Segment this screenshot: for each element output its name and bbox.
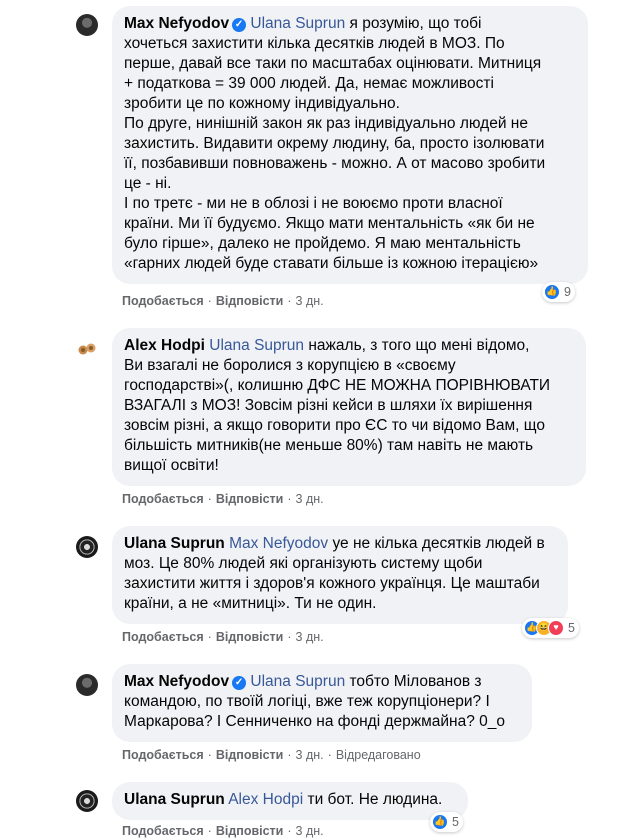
avatar[interactable] (76, 338, 98, 360)
reaction-summary[interactable]: 👍 9 (542, 282, 575, 302)
like-button[interactable]: Подобається (122, 294, 204, 308)
comment-bubble: Alex Hodpi Ulana Suprun нажаль, з того щ… (112, 328, 586, 486)
comment-author[interactable]: Max Nefyodov (124, 15, 229, 32)
comment-text-line: уе не кілька десятків людей в (328, 535, 545, 552)
comment-text-line: перше, давай все таки по масштабах оціню… (124, 55, 542, 72)
comment-text-line: її, позбавивши повноважень - можно. А от… (124, 155, 546, 172)
reply-button[interactable]: Відповісти (216, 824, 284, 838)
comment-actions: Подобається · Відповісти · 3 дн. (122, 294, 324, 308)
reply-button[interactable]: Відповісти (216, 492, 284, 506)
comment-author[interactable]: Alex Hodpi (124, 337, 205, 354)
comment-text-line: зробити це по кожному індивідуально. (124, 95, 400, 112)
like-reaction-icon: 👍 (544, 284, 560, 300)
comment-text-line: ВЗАГАЛІ з МОЗ! Зовсім різні кейси в шлях… (124, 397, 533, 414)
comment-text-line: вищої освіти! (124, 457, 219, 474)
comment-text-line: хочеться захистити кілька десятків людей… (124, 35, 505, 52)
comment-text-line: командою, по твоїй логіці, вже теж коруп… (124, 693, 490, 710)
reaction-summary[interactable]: 👍 😆 ♥ 5 (522, 618, 579, 638)
like-button[interactable]: Подобається (122, 748, 204, 762)
comment-mention[interactable]: Ulana Suprun (209, 337, 304, 354)
like-button[interactable]: Подобається (122, 630, 204, 644)
comment-author[interactable]: Ulana Suprun (124, 791, 225, 808)
comment-text-line: країни. Ми її будуємо. Якщо мати менталь… (124, 215, 535, 232)
reaction-summary[interactable]: 👍 5 (430, 812, 463, 832)
comment-text-line: І по третє - ми не в облозі і не воюємо … (124, 195, 503, 212)
edited-label[interactable]: Відредаговано (336, 748, 421, 762)
comment-text-line: ти бот. Не людина. (303, 791, 443, 808)
comment-text-line: нажаль, з того що мені відомо, (304, 337, 530, 354)
avatar[interactable] (76, 790, 98, 812)
verified-icon: ✓ (232, 676, 247, 690)
comment-bubble: Ulana Suprun Alex Hodpi ти бот. Не людин… (112, 782, 468, 820)
reaction-count: 9 (564, 285, 571, 299)
comment-text-line: це - ні. (124, 175, 172, 192)
reaction-count: 5 (568, 621, 575, 635)
comment-text-line: захистити життя і здоров'я кожного украї… (124, 575, 540, 592)
like-reaction-icon: 👍 (432, 814, 448, 830)
comment-text-line: я розумію, що тобі (345, 15, 482, 32)
comment-text-line: «гарних людей буде ставати більше із кож… (124, 255, 539, 272)
comment-bubble: Max Nefyodov ✓ Ulana Suprun тобто Мілован… (112, 664, 532, 742)
comment-author[interactable]: Max Nefyodov (124, 673, 229, 690)
reply-button[interactable]: Відповісти (216, 294, 284, 308)
comment-actions: Подобається · Відповісти · 3 дн. (122, 492, 324, 506)
comment-mention[interactable]: Ulana Suprun (250, 15, 345, 32)
comment-author[interactable]: Ulana Suprun (124, 535, 225, 552)
comment-text-line: + податкова = 39 000 людей. Да, немає мо… (124, 75, 494, 92)
comment-mention[interactable]: Max Nefyodov (229, 535, 328, 552)
comment-mention[interactable]: Alex Hodpi (228, 791, 303, 808)
avatar[interactable] (76, 14, 98, 36)
love-reaction-icon: ♥ (548, 620, 564, 636)
avatar[interactable] (76, 674, 98, 696)
comment-text-line: було гірше», далеко не пройдемо. Я маю м… (124, 235, 521, 252)
comment-text-line: Ви взагалі не боролися з корупцією в «св… (124, 357, 456, 374)
comment-text-line: більшість митників(не меньше 80%) там на… (124, 437, 534, 454)
comment-timestamp[interactable]: 3 дн. (296, 492, 324, 506)
comment-text-line: господарстві»(, колишню ДФС НЕ МОЖНА ПОР… (124, 377, 551, 394)
verified-icon: ✓ (232, 18, 247, 32)
comment-timestamp[interactable]: 3 дн. (296, 824, 324, 838)
comment-text-line: Маркарова? І Сенниченко на фонді держмай… (124, 713, 506, 730)
comment-text-line: По друге, нинішній закон як раз індивіду… (124, 115, 528, 132)
comment-mention[interactable]: Ulana Suprun (250, 673, 345, 690)
avatar-image (78, 343, 96, 355)
comment-text-line: країни, а не «митниці». Ти не один. (124, 595, 377, 612)
comment-timestamp[interactable]: 3 дн. (296, 294, 324, 308)
comment-text-line: захистить. Видавити окрему людину, ба, п… (124, 135, 545, 152)
reply-button[interactable]: Відповісти (216, 630, 284, 644)
comment-text-line: тобто Мілованов з (345, 673, 482, 690)
comment-actions: Подобається · Відповісти · 3 дн. · Відредагова… (122, 748, 421, 762)
comment-actions: Подобається · Відповісти · 3 дн. (122, 824, 324, 838)
comment-timestamp[interactable]: 3 дн. (296, 748, 324, 762)
comment-text-line: зовсім різні, а якщо говорити про ЄС то … (124, 417, 545, 434)
reaction-count: 5 (452, 815, 459, 829)
comment-timestamp[interactable]: 3 дн. (296, 630, 324, 644)
comment-actions: Подобається · Відповісти · 3 дн. (122, 630, 324, 644)
reply-button[interactable]: Відповісти (216, 748, 284, 762)
like-button[interactable]: Подобається (122, 492, 204, 506)
like-button[interactable]: Подобається (122, 824, 204, 838)
comment-bubble: Ulana Suprun Max Nefyodov уе не кілька д… (112, 526, 568, 624)
comment-bubble: Max Nefyodov ✓ Ulana Suprun я розумію, що… (112, 6, 588, 284)
avatar[interactable] (76, 536, 98, 558)
comment-text-line: моз. Це 80% людей які організують систем… (124, 555, 483, 572)
